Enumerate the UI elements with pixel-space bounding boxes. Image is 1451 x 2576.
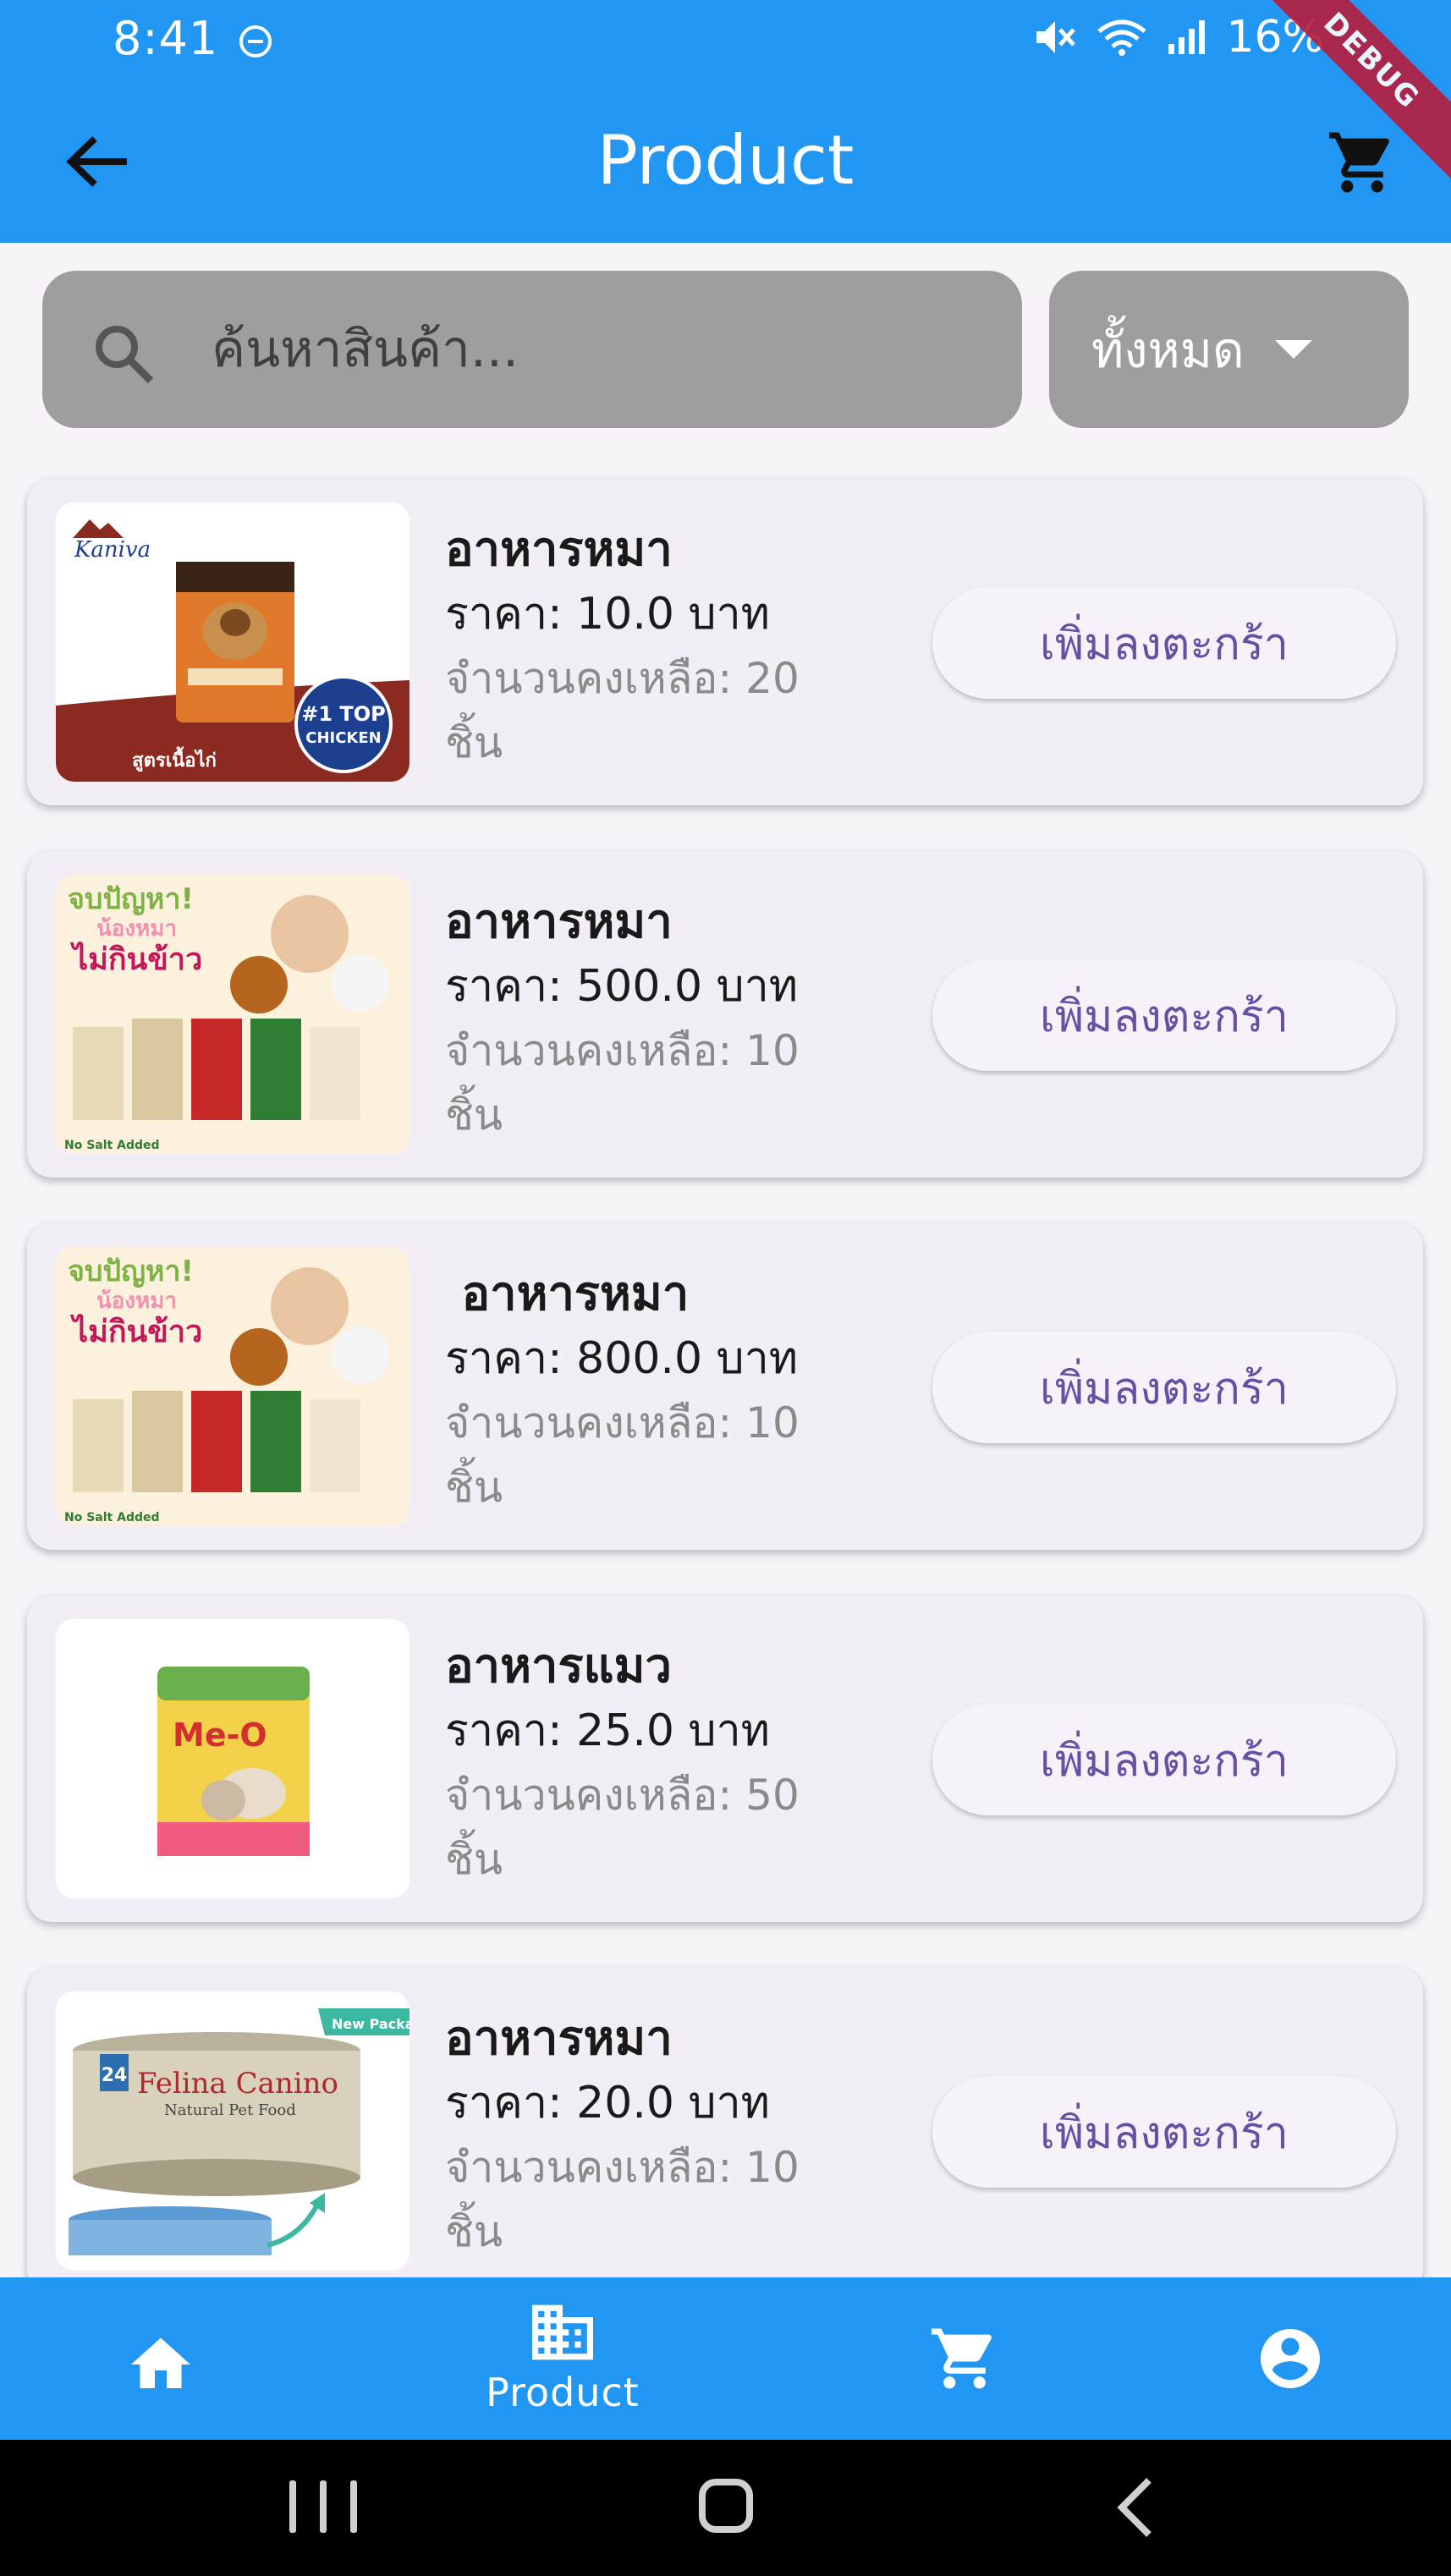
product-name: อาหารแมว [445,1639,672,1694]
svg-text:จบปัญหา!: จบปัญหา! [68,1255,194,1288]
product-info: อาหารหมา ราคา: 500.0 บาท จำนวนคงเหลือ: 1… [445,890,919,1147]
product-image-felina: New Package 24 Felina Canino Natural Pet… [56,1991,409,2271]
shopping-cart-icon [1329,132,1389,193]
nav-item-profile[interactable] [1214,2277,1366,2440]
system-navigation-bar [0,2440,1451,2576]
product-image-meo: Me-O [56,1619,409,1898]
product-name: อาหารหมา [445,522,673,577]
svg-text:Natural Pet Food: Natural Pet Food [164,2101,296,2119]
svg-text:24: 24 [102,2065,128,2086]
svg-text:น้องหมา: น้องหมา [96,1288,177,1314]
svg-text:จบปัญหา!: จบปัญหา! [68,882,194,916]
product-stock-unit: ชิ้น [445,718,503,767]
product-stock-unit: ชิ้น [445,2207,503,2256]
product-name: อาหารหมา [445,2011,673,2066]
nav-item-product[interactable]: Product [440,2277,685,2440]
wifi-icon [1097,19,1147,56]
svg-text:ไม่กินข้าว: ไม่กินข้าว [69,941,202,977]
product-price: ราคา: 20.0 บาท [445,2078,770,2128]
svg-text:#1 TOP: #1 TOP [301,702,386,726]
product-info: อาหารแมว ราคา: 25.0 บาท จำนวนคงเหลือ: 50… [445,1634,919,1892]
search-bar [42,271,1022,428]
category-filter-dropdown[interactable]: ทั้งหมด [1049,271,1409,428]
product-stock: จำนวนคงเหลือ: 10 [445,1398,800,1447]
product-card: New Package 24 Felina Canino Natural Pet… [27,1968,1423,2294]
product-name: อาหารหมา [445,894,673,949]
business-icon [532,2304,593,2360]
add-to-cart-button[interactable]: เพิ่มลงตะกร้า [932,587,1396,699]
app-bar: Product [0,80,1451,243]
add-to-cart-button[interactable]: เพิ่มลงตะกร้า [932,2076,1396,2188]
product-price: ราคา: 10.0 บาท [445,589,770,640]
product-price: ราคา: 800.0 บาท [445,1333,799,1384]
signal-icon [1168,20,1206,54]
svg-text:Me-O: Me-O [173,1716,267,1754]
add-to-cart-button[interactable]: เพิ่มลงตะกร้า [932,1332,1396,1443]
home-icon [131,2337,190,2388]
svg-text:No Salt Added: No Salt Added [64,1139,160,1152]
svg-text:Kaniva: Kaniva [74,537,151,563]
product-info: อาหารหมา ราคา: 800.0 บาท จำนวนคงเหลือ: 1… [445,1262,919,1519]
svg-text:น้องหมา: น้องหมา [96,916,177,942]
recent-apps-button[interactable] [289,2480,357,2533]
svg-text:New Package: New Package [332,2016,409,2032]
svg-text:No Salt Added: No Salt Added [64,1511,160,1524]
product-info: อาหารหมา ราคา: 20.0 บาท จำนวนคงเหลือ: 10… [445,2007,919,2264]
product-card: จบปัญหา! น้องหมา ไม่กินข้าว No Salt Adde… [27,851,1423,1178]
mute-icon [1036,21,1076,53]
add-to-cart-button[interactable]: เพิ่มลงตะกร้า [932,959,1396,1071]
product-image-kaniva: Kaniva #1 TOP CHICKEN สูตรเนื้อไก่ [56,503,409,782]
system-back-icon[interactable] [1113,2475,1156,2540]
product-stock: จำนวนคงเหลือ: 10 [445,2143,800,2192]
product-card: จบปัญหา! น้องหมา ไม่กินข้าว No Salt Adde… [27,1223,1423,1550]
nav-item-cart[interactable] [888,2277,1041,2440]
product-info: อาหารหมา ราคา: 10.0 บาท จำนวนคงเหลือ: 20… [445,518,919,775]
product-card: Me-O อาหารแมว ราคา: 25.0 บาท จำนวนคงเหลื… [27,1596,1423,1922]
status-bar: 8:41 16% [0,0,1451,80]
svg-text:ไม่กินข้าว: ไม่กินข้าว [69,1313,202,1349]
product-price: ราคา: 25.0 บาท [445,1705,770,1756]
status-icons: 16% [1033,12,1324,63]
product-stock-unit: ชิ้น [445,1835,503,1884]
nav-item-home[interactable] [85,2277,237,2440]
svg-text:Felina Canino: Felina Canino [137,2067,338,2101]
bottom-navigation: Product [0,2277,1451,2440]
cart-button[interactable] [1316,124,1409,200]
search-input[interactable] [212,305,973,394]
home-button[interactable] [699,2479,753,2533]
product-image-promo: จบปัญหา! น้องหมา ไม่กินข้าว No Salt Adde… [56,1247,409,1526]
svg-text:สูตรเนื้อไก่: สูตรเนื้อไก่ [132,746,217,772]
product-stock-unit: ชิ้น [445,1463,503,1512]
product-stock: จำนวนคงเหลือ: 10 [445,1026,800,1075]
status-time: 8:41 [113,12,219,65]
page-title: Product [596,121,855,200]
add-to-cart-button[interactable]: เพิ่มลงตะกร้า [932,1704,1396,1815]
product-image-promo: จบปัญหา! น้องหมา ไม่กินข้าว No Salt Adde… [56,875,409,1154]
product-stock-unit: ชิ้น [445,1090,503,1140]
search-icon [96,326,154,384]
shopping-cart-icon [932,2328,992,2389]
nav-label-product: Product [486,2370,640,2415]
filter-selected-value: ทั้งหมด [1091,321,1245,379]
svg-text:CHICKEN: CHICKEN [305,729,382,747]
product-stock: จำนวนคงเหลือ: 50 [445,1771,800,1820]
account-circle-icon [1261,2329,1320,2388]
do-not-disturb-icon [239,25,272,58]
product-card: Kaniva #1 TOP CHICKEN สูตรเนื้อไก่ อาหาร… [27,479,1423,805]
dropdown-arrow-icon [1274,340,1312,359]
product-stock: จำนวนคงเหลือ: 20 [445,654,800,703]
product-price: ราคา: 500.0 บาท [445,961,799,1012]
product-name: อาหารหมา [445,1266,690,1321]
